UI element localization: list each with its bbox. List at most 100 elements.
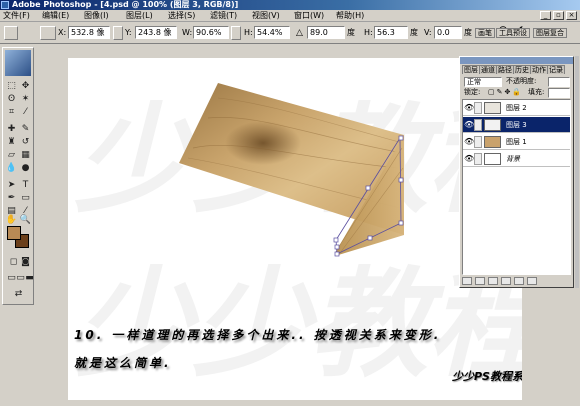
- screen-mode-full-icon[interactable]: ▬: [23, 272, 36, 284]
- history-brush-tool-icon[interactable]: ↺: [19, 136, 32, 148]
- layer-set-icon[interactable]: [488, 277, 498, 285]
- hskew-label: H:: [364, 28, 373, 37]
- vskew-field[interactable]: 0.0: [434, 26, 462, 39]
- eye-icon[interactable]: 👁: [464, 154, 474, 164]
- minimize-icon[interactable]: _: [540, 11, 551, 20]
- transform-handle[interactable]: [333, 237, 339, 243]
- shape-tool-icon[interactable]: ▭: [19, 192, 32, 204]
- well-tab-brushes[interactable]: 画笔: [475, 28, 495, 38]
- pen-tool-icon[interactable]: ✒: [5, 192, 18, 204]
- jump-to-imageready-icon[interactable]: ⇄: [12, 288, 25, 300]
- layer-thumbnail: [484, 153, 501, 165]
- brush-tool-icon[interactable]: ✎: [19, 123, 32, 135]
- title-bar: Adobe Photoshop - [4.psd @ 100% (图层 3, R…: [0, 0, 580, 10]
- menu-select[interactable]: 选择(S): [168, 11, 195, 21]
- tab-channels[interactable]: 通道: [479, 65, 497, 74]
- menu-help[interactable]: 帮助(H): [336, 11, 364, 21]
- opacity-field[interactable]: [548, 77, 570, 87]
- link-icon[interactable]: [231, 26, 241, 40]
- layer-style-icon[interactable]: [462, 277, 472, 285]
- width-field[interactable]: 90.6%: [193, 26, 229, 39]
- tab-layers[interactable]: 图层: [462, 65, 480, 74]
- menu-filter[interactable]: 滤镜(T): [210, 11, 237, 21]
- transform-handle[interactable]: [334, 251, 340, 257]
- layer-row-selected[interactable]: 👁 图层 3: [463, 117, 570, 133]
- brush-link-icon[interactable]: [474, 119, 482, 131]
- layer-link-icon[interactable]: [474, 153, 482, 165]
- layer-link-icon[interactable]: [474, 102, 482, 114]
- transform-handle[interactable]: [365, 185, 371, 191]
- menu-edit[interactable]: 编辑(E): [42, 11, 69, 21]
- transform-handle[interactable]: [398, 177, 404, 183]
- restore-icon[interactable]: ▫: [553, 11, 564, 20]
- marquee-tool-icon[interactable]: ⬚: [5, 80, 18, 92]
- close-icon[interactable]: ×: [566, 11, 577, 20]
- height-field[interactable]: 54.4%: [254, 26, 290, 39]
- layer-thumbnail: [484, 102, 501, 114]
- transform-handle[interactable]: [398, 135, 404, 141]
- tab-history[interactable]: 历史: [513, 65, 531, 74]
- layer-row[interactable]: 👁 图层 1: [463, 134, 570, 150]
- delta-icon[interactable]: [113, 26, 123, 40]
- menu-view[interactable]: 视图(V): [252, 11, 280, 21]
- healing-brush-tool-icon[interactable]: ✚: [5, 123, 18, 135]
- blend-mode-select[interactable]: 正常: [464, 77, 502, 87]
- zoom-tool-icon[interactable]: 🔍: [19, 214, 32, 226]
- gradient-tool-icon[interactable]: ▦: [19, 149, 32, 161]
- lasso-tool-icon[interactable]: ʘ: [5, 93, 18, 105]
- transform-tool-icon[interactable]: [4, 26, 18, 40]
- eye-icon[interactable]: 👁: [464, 137, 474, 147]
- lock-icons[interactable]: ▢✎✥🔒: [488, 88, 523, 97]
- magic-wand-tool-icon[interactable]: ✶: [19, 93, 32, 105]
- clone-stamp-tool-icon[interactable]: ♜: [5, 136, 18, 148]
- x-position-field[interactable]: 532.8 像: [68, 26, 110, 39]
- lock-label: 锁定:: [464, 88, 481, 96]
- rotate-unit: 度: [347, 28, 355, 37]
- tab-actions[interactable]: 动作: [530, 65, 548, 74]
- blur-tool-icon[interactable]: 💧: [5, 162, 18, 174]
- photoshop-feather-icon[interactable]: [5, 50, 31, 76]
- layers-panel-footer: [462, 277, 571, 286]
- path-selection-tool-icon[interactable]: ➤: [5, 179, 18, 191]
- panel-scrollbar[interactable]: [575, 56, 579, 288]
- new-layer-icon[interactable]: [514, 277, 524, 285]
- foreground-color-swatch[interactable]: [7, 226, 21, 240]
- move-tool-icon[interactable]: ✥: [19, 80, 32, 92]
- fill-field[interactable]: [548, 88, 570, 98]
- quick-mask-mode-icon[interactable]: ◙: [19, 256, 32, 268]
- tab-notes[interactable]: 记录: [547, 65, 565, 74]
- dodge-tool-icon[interactable]: ●: [19, 162, 32, 174]
- layer-link-icon[interactable]: [474, 136, 482, 148]
- reference-point-icon[interactable]: [40, 26, 56, 40]
- document-canvas[interactable]: 少少教程 少少教程: [68, 58, 522, 400]
- eye-icon[interactable]: 👁: [464, 120, 474, 130]
- adjustment-layer-icon[interactable]: [501, 277, 511, 285]
- type-tool-icon[interactable]: T: [19, 179, 32, 191]
- hand-tool-icon[interactable]: ✋: [5, 214, 18, 226]
- tutorial-caption-line1: 10. 一样道理的再选择多个出来.. 按透视关系来变形.: [74, 328, 442, 342]
- tab-paths[interactable]: 路径: [496, 65, 514, 74]
- layer-row[interactable]: 👁 背景: [463, 151, 570, 167]
- layer-name: 图层 3: [506, 121, 527, 129]
- transform-handle[interactable]: [398, 220, 404, 226]
- eraser-tool-icon[interactable]: ▱: [5, 149, 18, 161]
- hskew-field[interactable]: 56.3: [374, 26, 408, 39]
- delete-layer-icon[interactable]: [527, 277, 537, 285]
- menu-image[interactable]: 图像(I): [84, 11, 109, 21]
- menu-file[interactable]: 文件(F): [3, 11, 30, 21]
- menu-layer[interactable]: 图层(L): [126, 11, 153, 21]
- layer-row[interactable]: 👁 图层 2: [463, 100, 570, 116]
- rotate-angle-field[interactable]: 89.0: [307, 26, 345, 39]
- slice-tool-icon[interactable]: ⁄: [19, 106, 32, 118]
- well-tab-layer-comps[interactable]: 图层复合: [533, 28, 567, 38]
- layer-mask-icon[interactable]: [475, 277, 485, 285]
- transform-handle[interactable]: [367, 235, 373, 241]
- crop-tool-icon[interactable]: ⌗: [5, 106, 18, 118]
- rotate-icon: △: [296, 28, 303, 38]
- transform-handle[interactable]: [334, 244, 340, 250]
- y-position-field[interactable]: 243.8 像: [135, 26, 177, 39]
- menu-window[interactable]: 窗口(W): [294, 11, 324, 21]
- panel-title-bar[interactable]: [460, 57, 573, 64]
- eye-icon[interactable]: 👁: [464, 103, 474, 113]
- well-tab-tool-presets[interactable]: 工具预设: [496, 28, 530, 38]
